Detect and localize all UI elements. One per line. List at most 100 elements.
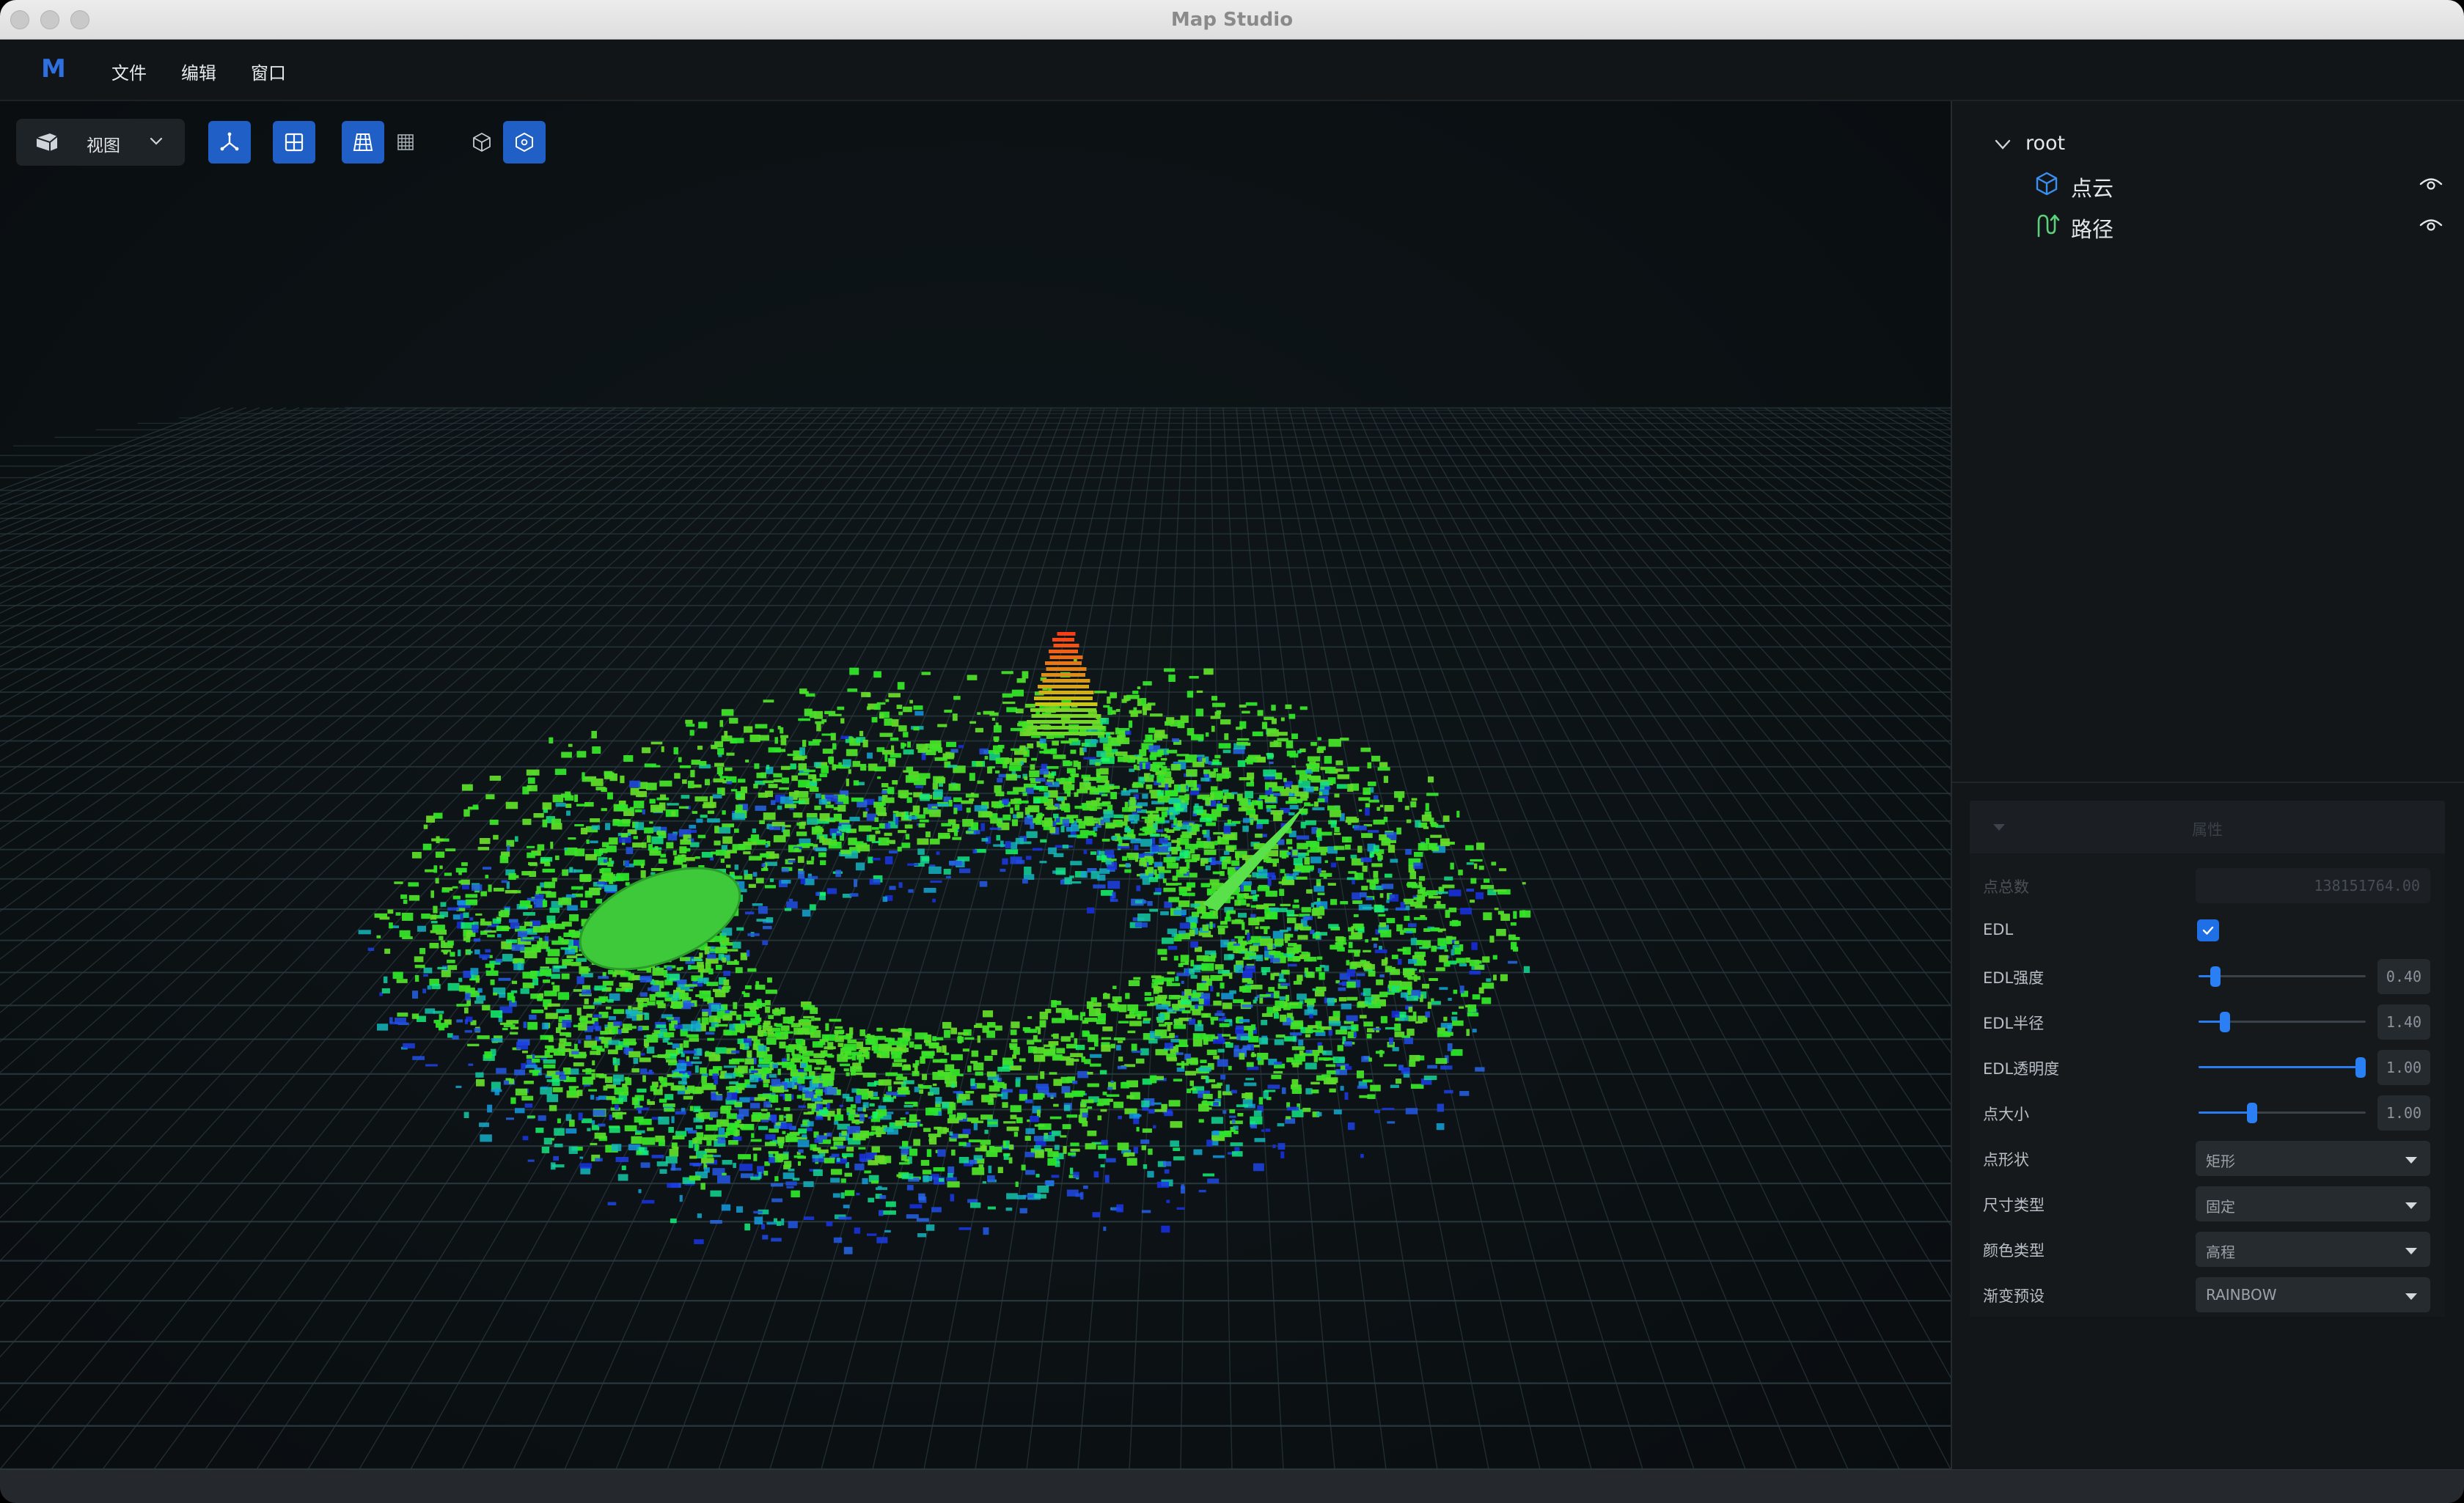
point [566, 955, 578, 959]
point [885, 1072, 898, 1076]
point [1328, 1029, 1332, 1036]
point [930, 740, 942, 749]
point [841, 1131, 847, 1136]
point [1066, 1114, 1078, 1118]
point [492, 918, 502, 924]
point [1286, 1057, 1294, 1062]
point [765, 999, 771, 1006]
point [1407, 923, 1417, 927]
point [452, 886, 458, 889]
point [979, 881, 988, 887]
point [1426, 838, 1430, 844]
point [1093, 826, 1098, 831]
point [1374, 949, 1387, 954]
point [1186, 769, 1198, 777]
point [1082, 1030, 1090, 1037]
grid-line [1473, 407, 1951, 1054]
point [1439, 987, 1448, 991]
point [447, 907, 459, 911]
point [1127, 1030, 1136, 1034]
point [905, 834, 910, 839]
point [710, 1190, 722, 1197]
point [706, 982, 719, 986]
point [1035, 1026, 1040, 1030]
point [1101, 1037, 1112, 1040]
point [607, 792, 613, 800]
point [1192, 1009, 1201, 1015]
menu-edit[interactable]: 编辑 [181, 59, 216, 84]
point [769, 1128, 779, 1133]
point [1270, 973, 1275, 980]
point [1408, 1007, 1413, 1013]
point [524, 922, 533, 927]
point [468, 1063, 474, 1066]
point [1386, 900, 1390, 903]
point [616, 1111, 627, 1115]
point [625, 1010, 639, 1015]
point [793, 1155, 804, 1158]
point [774, 1032, 781, 1037]
point-cloud-scene[interactable] [0, 101, 1951, 1469]
point [901, 1173, 914, 1180]
menu-window[interactable]: 窗口 [251, 59, 286, 84]
point [1459, 1091, 1470, 1096]
point [982, 1181, 986, 1184]
point [1286, 839, 1293, 845]
point [672, 1085, 686, 1091]
point [1165, 820, 1170, 823]
point [609, 1114, 612, 1120]
point [1164, 1169, 1170, 1174]
point [1217, 801, 1220, 804]
point [1145, 810, 1159, 814]
point [607, 1049, 618, 1054]
point [958, 1227, 972, 1230]
point [544, 881, 555, 889]
point [1523, 966, 1530, 973]
point [1070, 861, 1082, 866]
point [973, 1024, 978, 1028]
point [1434, 904, 1446, 909]
point [1214, 840, 1218, 845]
point [1418, 842, 1429, 851]
point [886, 1092, 898, 1095]
point [830, 1177, 840, 1183]
point [542, 802, 552, 810]
point [600, 1031, 609, 1035]
point [1286, 947, 1299, 954]
point [1427, 1002, 1432, 1009]
point [745, 760, 749, 762]
point [701, 1017, 709, 1025]
point [1035, 1174, 1040, 1177]
point [642, 1075, 646, 1082]
menu-file[interactable]: 文件 [111, 59, 147, 84]
point [1052, 1033, 1059, 1039]
point [1223, 826, 1231, 834]
point [1066, 815, 1079, 819]
point [851, 797, 864, 802]
point [761, 1224, 766, 1230]
point [750, 1065, 755, 1071]
point [791, 1015, 795, 1021]
point [736, 1206, 744, 1213]
point [1329, 1088, 1336, 1093]
point [699, 952, 703, 958]
point [549, 907, 560, 914]
point [1459, 963, 1467, 967]
point [996, 834, 1001, 841]
grid-line [0, 407, 511, 680]
point [651, 836, 664, 845]
point [584, 998, 589, 1004]
point [1159, 837, 1168, 844]
point [650, 981, 655, 985]
3d-viewport[interactable]: 视图 [0, 101, 1951, 1469]
point [1242, 985, 1252, 993]
point [636, 1107, 649, 1111]
point [1003, 1121, 1016, 1124]
point [1379, 804, 1384, 808]
point [1002, 1057, 1013, 1065]
point [765, 1006, 771, 1013]
point [763, 1083, 769, 1088]
point [858, 1147, 866, 1150]
point [485, 875, 489, 879]
point [463, 809, 470, 817]
